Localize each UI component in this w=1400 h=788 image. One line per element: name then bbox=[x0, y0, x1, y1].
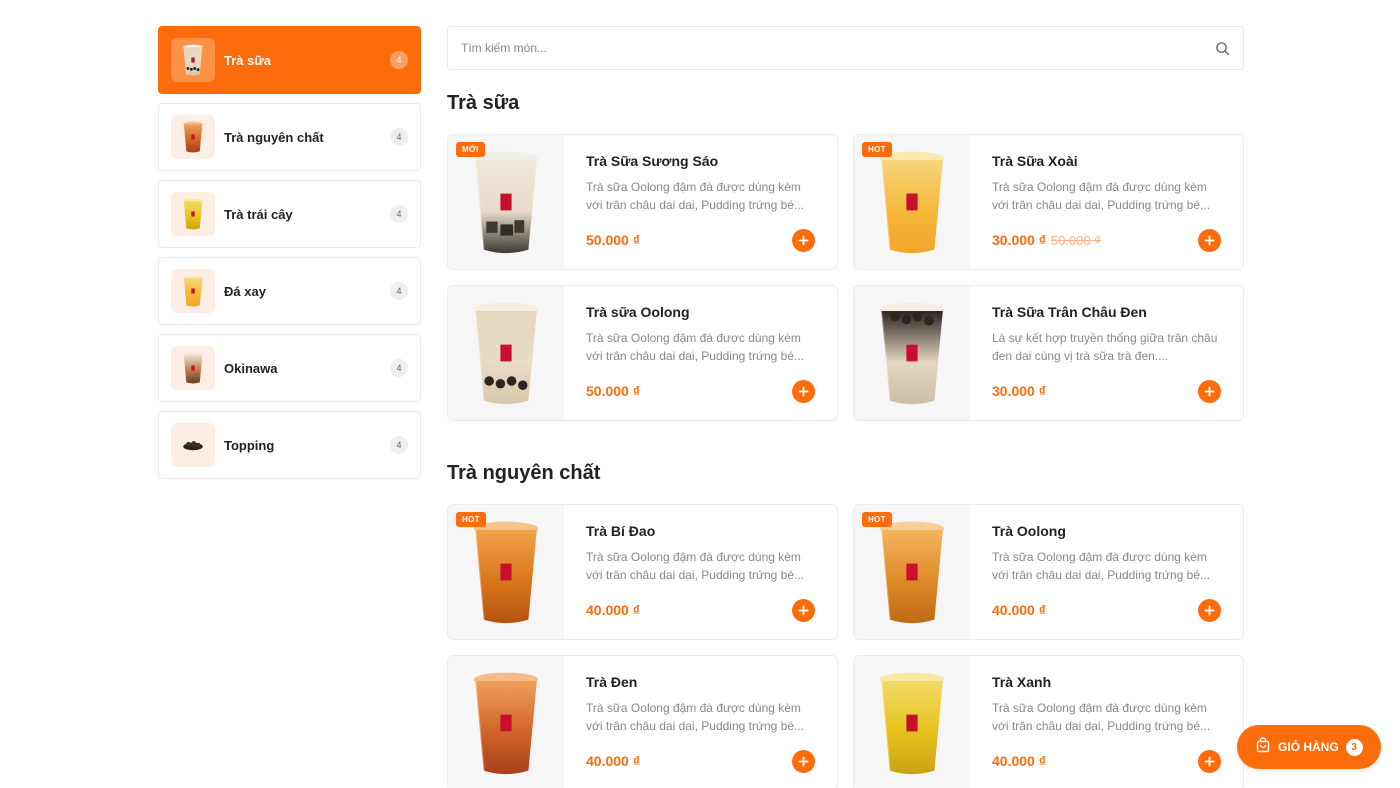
category-count-badge: 4 bbox=[390, 359, 408, 377]
sidebar-category-item[interactable]: Trà trái cây 4 bbox=[158, 180, 421, 248]
add-to-cart-button[interactable] bbox=[1198, 750, 1221, 773]
product-grid-tra-nguyen-chat: HOT Trà Bí Đao Trà sữa Oolong đậm đà đượ… bbox=[447, 504, 1244, 788]
product-name: Trà Bí Đao bbox=[586, 523, 656, 539]
category-name: Trà sữa bbox=[224, 52, 271, 68]
plus-icon bbox=[798, 605, 809, 616]
plus-icon bbox=[1204, 756, 1215, 767]
product-card[interactable]: Trà sữa Oolong Trà sữa Oolong đậm đà đượ… bbox=[447, 285, 838, 421]
plus-icon bbox=[1204, 235, 1215, 246]
cart-label: GIỎ HÀNG bbox=[1278, 740, 1339, 754]
product-image bbox=[854, 656, 970, 788]
product-name: Trà Đen bbox=[586, 674, 638, 690]
product-card[interactable]: Trà Xanh Trà sữa Oolong đậm đà được dùng… bbox=[853, 655, 1244, 788]
plus-icon bbox=[798, 386, 809, 397]
product-name: Trà Sữa Xoài bbox=[992, 153, 1078, 169]
sidebar-category-item[interactable]: Topping 4 bbox=[158, 411, 421, 479]
product-description: Trà sữa Oolong đậm đà được dùng kèm với … bbox=[586, 550, 805, 582]
product-price: 40.000 ₫ bbox=[992, 753, 1046, 769]
topping-icon bbox=[171, 423, 215, 467]
product-image bbox=[448, 286, 564, 420]
add-to-cart-button[interactable] bbox=[1198, 229, 1221, 252]
category-name: Trà nguyên chất bbox=[224, 129, 324, 145]
product-card[interactable]: MỚI Trà Sữa Sương Sáo Trà sữa Oolong đậm… bbox=[447, 134, 838, 270]
product-price: 40.000 ₫ bbox=[992, 602, 1046, 618]
product-name: Trà Sữa Sương Sáo bbox=[586, 153, 719, 169]
category-count-badge: 4 bbox=[390, 205, 408, 223]
product-description: Trà sữa Oolong đậm đà được dùng kèm với … bbox=[586, 331, 805, 363]
product-image bbox=[854, 286, 970, 420]
plus-icon bbox=[798, 756, 809, 767]
add-to-cart-button[interactable] bbox=[792, 380, 815, 403]
product-card[interactable]: HOT Trà Bí Đao Trà sữa Oolong đậm đà đượ… bbox=[447, 504, 838, 640]
product-price: 40.000 ₫ bbox=[586, 753, 640, 769]
product-name: Trà sữa Oolong bbox=[586, 304, 690, 320]
search-icon[interactable] bbox=[1213, 39, 1231, 57]
product-grid-tra-sua: MỚI Trà Sữa Sương Sáo Trà sữa Oolong đậm… bbox=[447, 134, 1244, 421]
category-name: Okinawa bbox=[224, 360, 278, 376]
product-image bbox=[448, 656, 564, 788]
fruit-tea-icon bbox=[171, 192, 215, 236]
milk-tea-icon bbox=[171, 38, 215, 82]
smoothie-icon bbox=[171, 269, 215, 313]
product-name: Trà Oolong bbox=[992, 523, 1066, 539]
section-title-tra-sua: Trà sữa bbox=[447, 92, 520, 114]
product-badge: HOT bbox=[456, 512, 486, 527]
plus-icon bbox=[798, 235, 809, 246]
amber-tea-icon bbox=[171, 115, 215, 159]
sidebar-category-item[interactable]: Trà sữa 4 bbox=[158, 26, 421, 94]
search-bar bbox=[447, 26, 1244, 70]
add-to-cart-button[interactable] bbox=[792, 599, 815, 622]
product-price: 30.000 ₫ bbox=[992, 383, 1046, 399]
category-name: Đá xay bbox=[224, 283, 266, 299]
add-to-cart-button[interactable] bbox=[1198, 380, 1221, 403]
product-price: 30.000 ₫ bbox=[992, 232, 1046, 248]
product-price: 50.000 ₫ bbox=[586, 232, 640, 248]
cart-button[interactable]: GIỎ HÀNG 3 bbox=[1237, 725, 1381, 769]
add-to-cart-button[interactable] bbox=[792, 750, 815, 773]
sidebar-category-item[interactable]: Trà nguyên chất 4 bbox=[158, 103, 421, 171]
category-count-badge: 4 bbox=[390, 51, 408, 69]
add-to-cart-button[interactable] bbox=[792, 229, 815, 252]
add-to-cart-button[interactable] bbox=[1198, 599, 1221, 622]
product-description: Trà sữa Oolong đậm đà được dùng kèm với … bbox=[992, 701, 1211, 733]
product-image: MỚI bbox=[448, 135, 564, 269]
plus-icon bbox=[1204, 386, 1215, 397]
category-count-badge: 4 bbox=[390, 128, 408, 146]
product-old-price: 50.000 ₫ bbox=[1050, 233, 1101, 248]
category-sidebar: Trà sữa 4 Trà nguyên chất 4 Trà trái cây… bbox=[158, 26, 421, 488]
category-count-badge: 4 bbox=[390, 282, 408, 300]
plus-icon bbox=[1204, 605, 1215, 616]
product-card[interactable]: Trà Sữa Trân Châu Đen Là sự kết hợp truy… bbox=[853, 285, 1244, 421]
product-badge: HOT bbox=[862, 512, 892, 527]
product-name: Trà Xanh bbox=[992, 674, 1052, 690]
product-description: Là sự kết hợp truyền thống giữa trân châ… bbox=[992, 331, 1218, 363]
product-badge: HOT bbox=[862, 142, 892, 157]
product-badge: MỚI bbox=[456, 142, 485, 157]
okinawa-tea-icon bbox=[171, 346, 215, 390]
product-image: HOT bbox=[854, 135, 970, 269]
product-image: HOT bbox=[854, 505, 970, 639]
cart-count-badge: 3 bbox=[1345, 738, 1363, 756]
category-name: Topping bbox=[224, 437, 275, 453]
product-card[interactable]: HOT Trà Sữa Xoài Trà sữa Oolong đậm đà đ… bbox=[853, 134, 1244, 270]
section-title-tra-nguyen-chat: Trà nguyên chất bbox=[447, 462, 601, 484]
product-description: Trà sữa Oolong đậm đà được dùng kèm với … bbox=[586, 180, 805, 212]
product-description: Trà sữa Oolong đậm đà được dùng kèm với … bbox=[586, 701, 805, 733]
product-card[interactable]: Trà Đen Trà sữa Oolong đậm đà được dùng … bbox=[447, 655, 838, 788]
product-description: Trà sữa Oolong đậm đà được dùng kèm với … bbox=[992, 180, 1211, 212]
category-count-badge: 4 bbox=[390, 436, 408, 454]
product-price: 40.000 ₫ bbox=[586, 602, 640, 618]
sidebar-category-item[interactable]: Okinawa 4 bbox=[158, 334, 421, 402]
product-image: HOT bbox=[448, 505, 564, 639]
category-name: Trà trái cây bbox=[224, 206, 293, 222]
product-description: Trà sữa Oolong đậm đà được dùng kèm với … bbox=[992, 550, 1211, 582]
product-price: 50.000 ₫ bbox=[586, 383, 640, 399]
shopping-bag-icon bbox=[1255, 736, 1271, 758]
product-name: Trà Sữa Trân Châu Đen bbox=[992, 304, 1147, 320]
search-input[interactable] bbox=[461, 41, 1213, 55]
product-card[interactable]: HOT Trà Oolong Trà sữa Oolong đậm đà đượ… bbox=[853, 504, 1244, 640]
sidebar-category-item[interactable]: Đá xay 4 bbox=[158, 257, 421, 325]
